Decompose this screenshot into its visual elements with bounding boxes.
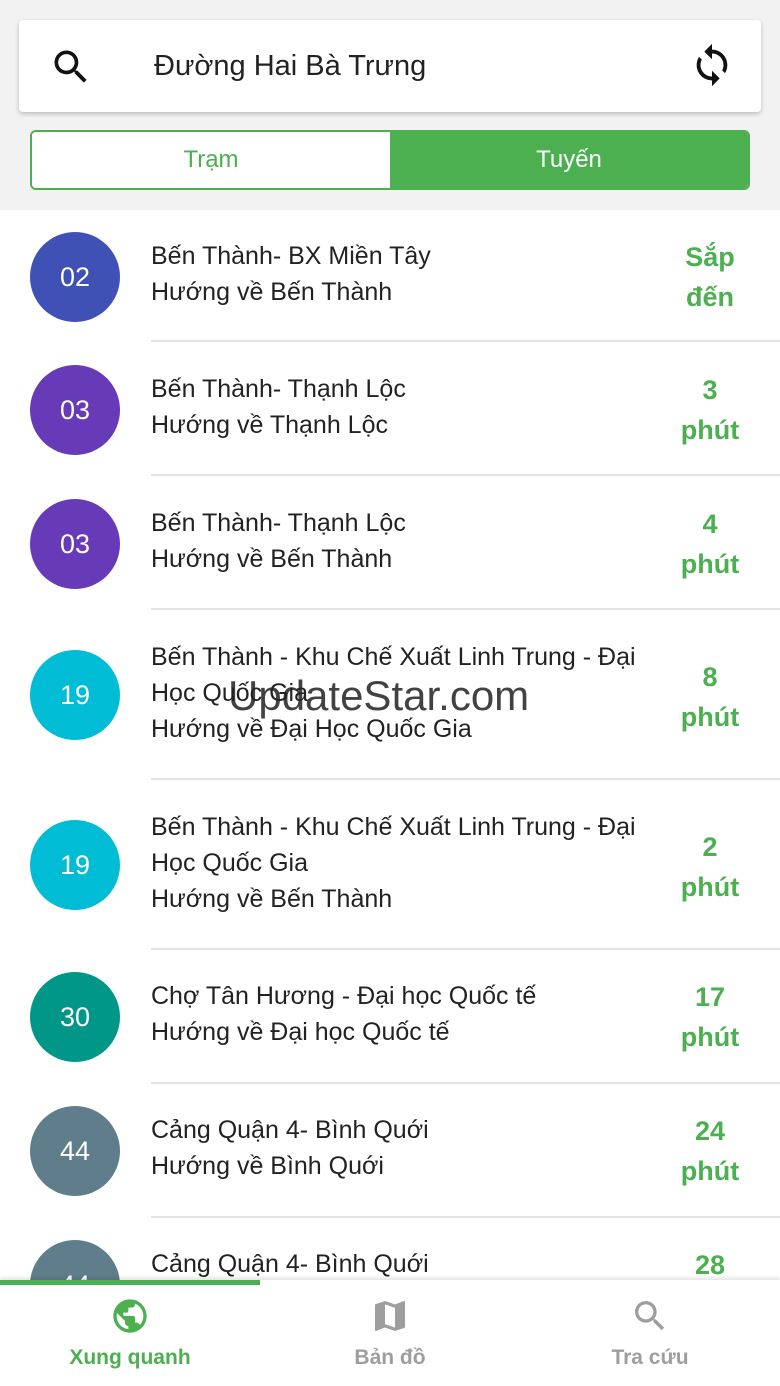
route-info: Cảng Quận 4- Bình Quới Hướng về Bình Quớ…: [151, 1112, 656, 1184]
route-number-badge: 02: [30, 232, 120, 322]
route-info: Bến Thành - Khu Chế Xuất Linh Trung - Đạ…: [151, 809, 656, 917]
route-name: Bến Thành- Thạnh Lộc: [151, 509, 406, 537]
tab-tuyen[interactable]: Tuyến: [390, 132, 748, 188]
nav-tra-cuu[interactable]: Tra cứu: [520, 1280, 780, 1386]
sync-icon[interactable]: [689, 42, 735, 88]
route-name: Cảng Quận 4- Bình Quới: [151, 1116, 429, 1144]
eta-unit: phút: [680, 872, 740, 902]
station-route-toggle: Trạm Tuyến: [30, 130, 750, 190]
route-info: Cảng Quận 4- Bình Quới: [151, 1246, 656, 1280]
nav-label: Tra cứu: [611, 1346, 689, 1369]
eta-value: 3: [702, 375, 718, 405]
route-info: Bến Thành- Thạnh Lộc Hướng về Bến Thành: [151, 505, 656, 577]
route-name: Cảng Quận 4- Bình Quới: [151, 1250, 429, 1278]
header-area: Đường Hai Bà Trưng Trạm Tuyến: [0, 0, 780, 210]
route-direction: Hướng về Đại học Quốc tế: [151, 1018, 450, 1046]
route-info: Bến Thành- Thạnh Lộc Hướng về Thạnh Lộc: [151, 371, 656, 443]
search-bar[interactable]: Đường Hai Bà Trưng: [19, 20, 761, 112]
nav-xung-quanh[interactable]: Xung quanh: [0, 1280, 260, 1386]
active-tab-indicator: [0, 1280, 260, 1285]
eta: Sắp đến: [655, 237, 765, 317]
route-row[interactable]: 03 Bến Thành- Thạnh Lộc Hướng về Thạnh L…: [0, 342, 780, 476]
eta: 24 phút: [655, 1111, 765, 1191]
route-name: Bến Thành- BX Miền Tây: [151, 242, 431, 270]
route-row[interactable]: 19 Bến Thành - Khu Chế Xuất Linh Trung -…: [0, 780, 780, 950]
route-name: Bến Thành - Khu Chế Xuất Linh Trung - Đạ…: [151, 813, 636, 877]
search-query[interactable]: Đường Hai Bà Trưng: [154, 20, 426, 112]
eta: 4 phút: [655, 504, 765, 584]
eta-unit: đến: [685, 282, 734, 312]
route-list: 02 Bến Thành- BX Miền Tây Hướng về Bến T…: [0, 210, 780, 1280]
eta-value: 2: [702, 832, 718, 862]
route-number-badge: 30: [30, 972, 120, 1062]
route-row[interactable]: 02 Bến Thành- BX Miền Tây Hướng về Bến T…: [0, 210, 780, 342]
route-number-badge: 19: [30, 650, 120, 740]
eta: 8 phút: [655, 657, 765, 737]
eta-value: 8: [702, 662, 718, 692]
map-icon: [375, 1301, 405, 1331]
route-number-badge: 19: [30, 820, 120, 910]
route-row[interactable]: 44 Cảng Quận 4- Bình Quới Hướng về Bình …: [0, 1084, 780, 1218]
eta-value: 17: [694, 982, 726, 1012]
eta: 17 phút: [655, 977, 765, 1057]
eta: 3 phút: [655, 370, 765, 450]
search-icon: [635, 1301, 665, 1331]
route-row[interactable]: 03 Bến Thành- Thạnh Lộc Hướng về Bến Thà…: [0, 476, 780, 610]
route-direction: Hướng về Bến Thành: [151, 545, 393, 573]
route-row[interactable]: 44 Cảng Quận 4- Bình Quới 28: [0, 1218, 780, 1280]
eta-unit: phút: [680, 549, 740, 579]
route-name: Chợ Tân Hương - Đại học Quốc tế: [151, 982, 537, 1010]
route-row[interactable]: 30 Chợ Tân Hương - Đại học Quốc tế Hướng…: [0, 950, 780, 1084]
route-direction: Hướng về Bình Quới: [151, 1152, 384, 1180]
route-direction: Hướng về Bến Thành: [151, 278, 393, 306]
eta-unit: phút: [680, 702, 740, 732]
eta: 2 phút: [655, 827, 765, 907]
bottom-navigation: Xung quanh Bản đồ Tra cứu: [0, 1280, 780, 1386]
tab-tram[interactable]: Trạm: [32, 132, 390, 188]
route-number-badge: 03: [30, 499, 120, 589]
eta-value: 28: [694, 1250, 726, 1280]
route-number-badge: 44: [30, 1240, 120, 1280]
nav-ban-do[interactable]: Bản đồ: [260, 1280, 520, 1386]
eta-value: Sắp: [685, 242, 735, 272]
eta: 28: [655, 1245, 765, 1280]
route-name: Bến Thành- Thạnh Lộc: [151, 375, 406, 403]
route-direction: Hướng về Thạnh Lộc: [151, 411, 388, 439]
eta-unit: phút: [680, 1156, 740, 1186]
route-info: Chợ Tân Hương - Đại học Quốc tế Hướng về…: [151, 978, 656, 1050]
eta-unit: phút: [680, 415, 740, 445]
globe-icon: [113, 1299, 147, 1333]
route-number-badge: 44: [30, 1106, 120, 1196]
route-info: Bến Thành- BX Miền Tây Hướng về Bến Thàn…: [151, 238, 656, 310]
watermark: UpdateStar.com: [228, 672, 530, 719]
nav-label: Bản đồ: [354, 1346, 426, 1369]
route-number-badge: 03: [30, 365, 120, 455]
eta-unit: phút: [680, 1022, 740, 1052]
route-direction: Hướng về Bến Thành: [151, 885, 393, 913]
search-icon[interactable]: [49, 45, 93, 89]
eta-value: 4: [702, 509, 718, 539]
eta-value: 24: [694, 1116, 726, 1146]
nav-label: Xung quanh: [69, 1346, 191, 1369]
